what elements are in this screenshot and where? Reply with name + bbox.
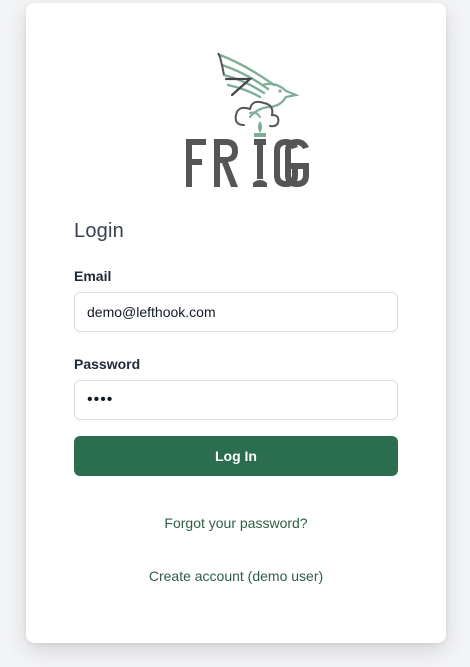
frigg-logo xyxy=(158,51,314,191)
login-title: Login xyxy=(74,220,124,242)
email-label: Email xyxy=(74,268,112,284)
frigg-logo-icon xyxy=(186,52,309,187)
password-label: Password xyxy=(74,356,141,372)
login-button[interactable]: Log In xyxy=(74,436,398,476)
password-field[interactable] xyxy=(74,380,398,420)
forgot-password-link[interactable]: Forgot your password? xyxy=(74,515,398,531)
email-field[interactable] xyxy=(74,292,398,332)
login-card: Login Email Password Log In Forgot your … xyxy=(26,3,446,643)
create-account-link[interactable]: Create account (demo user) xyxy=(74,568,398,584)
